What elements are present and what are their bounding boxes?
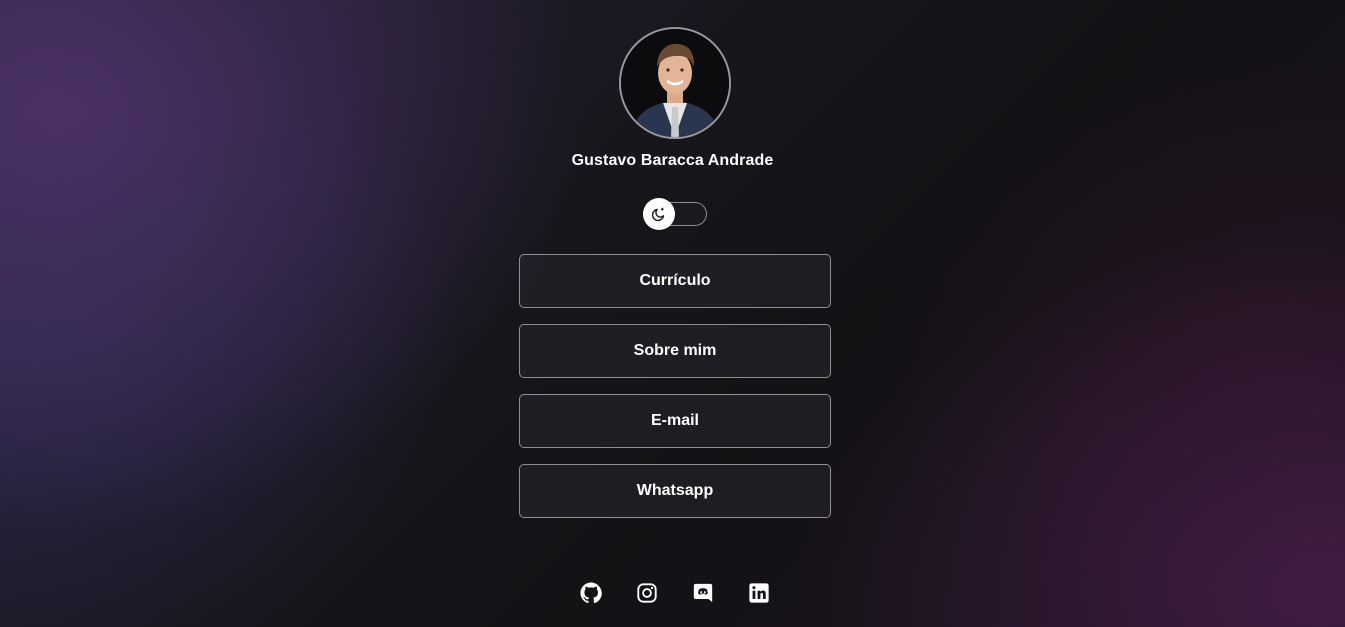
github-link[interactable]	[579, 581, 603, 605]
moon-icon	[651, 207, 665, 222]
instagram-icon	[636, 583, 657, 603]
discord-link[interactable]	[691, 581, 715, 605]
whatsapp-button[interactable]: Whatsapp	[519, 464, 831, 518]
linkedin-icon	[748, 583, 769, 603]
discord-icon	[693, 583, 712, 603]
instagram-link[interactable]	[635, 581, 659, 605]
avatar	[619, 27, 731, 139]
link-list: Currículo Sobre mim E-mail Whatsapp	[519, 254, 831, 534]
github-icon	[579, 582, 602, 604]
theme-toggle[interactable]	[643, 198, 707, 230]
sobre-mim-button[interactable]: Sobre mim	[519, 324, 831, 378]
social-links	[0, 581, 1345, 605]
linkedin-link[interactable]	[747, 581, 771, 605]
curriculo-button[interactable]: Currículo	[519, 254, 831, 308]
profile-photo-icon	[621, 29, 729, 137]
profile-name: Gustavo Baracca Andrade	[571, 152, 774, 169]
email-button[interactable]: E-mail	[519, 394, 831, 448]
profile-page: Gustavo Baracca Andrade Currículo Sobre …	[0, 0, 1345, 627]
toggle-knob[interactable]	[643, 198, 675, 230]
